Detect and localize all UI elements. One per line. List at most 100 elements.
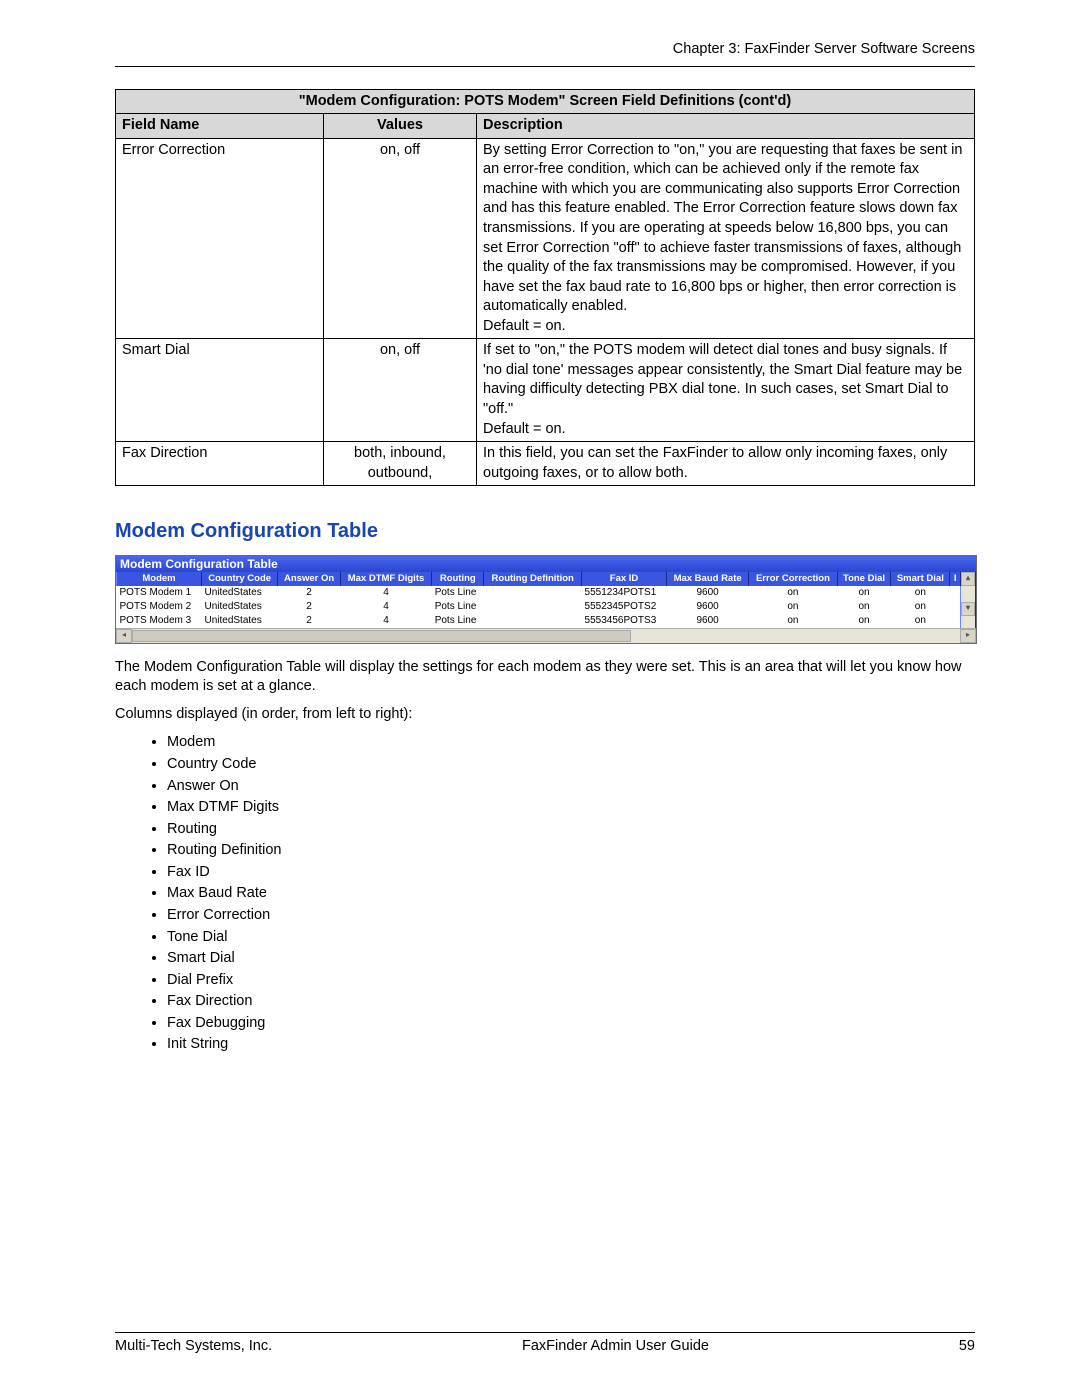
mct-cell: Pots Line xyxy=(432,600,484,614)
list-item: Tone Dial xyxy=(167,927,975,949)
mct-cell: 9600 xyxy=(667,614,749,628)
mct-cell: on xyxy=(891,614,950,628)
paragraph: Columns displayed (in order, from left t… xyxy=(115,705,975,725)
page-footer: Multi-Tech Systems, Inc. FaxFinder Admin… xyxy=(115,1332,975,1357)
defs-field: Smart Dial xyxy=(116,339,324,442)
defs-field: Fax Direction xyxy=(116,442,324,486)
mct-cell: on xyxy=(749,600,837,614)
scroll-down-icon[interactable]: ▾ xyxy=(961,602,975,616)
mct-cell: 2 xyxy=(278,600,341,614)
mct-head[interactable]: Tone Dial xyxy=(837,572,891,586)
list-item: Fax Debugging xyxy=(167,1013,975,1035)
mct-cell: 9600 xyxy=(667,586,749,600)
defs-row: Error Correction on, off By setting Erro… xyxy=(116,138,975,339)
footer-left: Multi-Tech Systems, Inc. xyxy=(115,1337,272,1357)
mct-cell: POTS Modem 3 xyxy=(117,614,202,628)
scroll-left-icon[interactable]: ◂ xyxy=(116,629,132,643)
defs-desc: By setting Error Correction to "on," you… xyxy=(477,138,975,339)
list-item: Error Correction xyxy=(167,905,975,927)
mct-cell: 9600 xyxy=(667,600,749,614)
mct-head[interactable]: Max DTMF Digits xyxy=(340,572,431,586)
modem-config-table-widget: Modem Configuration Table Modem Country … xyxy=(115,555,977,644)
mct-head[interactable]: Fax ID xyxy=(582,572,667,586)
defs-values: both, inbound, outbound, xyxy=(324,442,477,486)
list-item: Answer On xyxy=(167,776,975,798)
defs-desc: In this field, you can set the FaxFinder… xyxy=(477,442,975,486)
mct-head[interactable]: Max Baud Rate xyxy=(667,572,749,586)
mct-head[interactable]: Country Code xyxy=(201,572,277,586)
vertical-scrollbar[interactable]: ▴ ▾ xyxy=(961,572,975,614)
mct-head[interactable]: I xyxy=(950,572,961,586)
mct-table: Modem Country Code Answer On Max DTMF Di… xyxy=(116,572,976,628)
defs-desc: If set to "on," the POTS modem will dete… xyxy=(477,339,975,442)
list-item: Fax ID xyxy=(167,862,975,884)
scroll-up-icon[interactable]: ▴ xyxy=(961,572,975,586)
mct-cell: POTS Modem 1 xyxy=(117,586,202,600)
mct-cell: on xyxy=(749,586,837,600)
field-definitions-table: "Modem Configuration: POTS Modem" Screen… xyxy=(115,89,975,487)
list-item: Routing xyxy=(167,819,975,841)
defs-head-desc: Description xyxy=(477,114,975,139)
list-item: Country Code xyxy=(167,754,975,776)
horizontal-scrollbar[interactable]: ◂ ▸ xyxy=(116,628,976,643)
mct-head[interactable]: Modem xyxy=(117,572,202,586)
list-item: Init String xyxy=(167,1034,975,1056)
mct-cell: on xyxy=(837,614,891,628)
mct-cell: 2 xyxy=(278,586,341,600)
mct-header-row: Modem Country Code Answer On Max DTMF Di… xyxy=(117,572,976,586)
footer-rule xyxy=(115,1332,975,1333)
defs-title: "Modem Configuration: POTS Modem" Screen… xyxy=(116,89,975,114)
mct-cell: 2 xyxy=(278,614,341,628)
defs-head-field: Field Name xyxy=(116,114,324,139)
header-rule xyxy=(115,66,975,67)
mct-cell: 5553456POTS3 xyxy=(582,614,667,628)
defs-head-values: Values xyxy=(324,114,477,139)
mct-head[interactable]: Error Correction xyxy=(749,572,837,586)
mct-cell: on xyxy=(837,600,891,614)
scroll-right-icon[interactable]: ▸ xyxy=(960,629,976,643)
mct-cell: 4 xyxy=(340,600,431,614)
footer-right: 59 xyxy=(959,1337,975,1357)
mct-row[interactable]: POTS Modem 2 UnitedStates 2 4 Pots Line … xyxy=(117,600,976,614)
mct-cell: 4 xyxy=(340,586,431,600)
list-item: Fax Direction xyxy=(167,991,975,1013)
mct-cell: Pots Line xyxy=(432,614,484,628)
mct-cell: 5551234POTS1 xyxy=(582,586,667,600)
mct-titlebar: Modem Configuration Table xyxy=(116,556,976,572)
mct-cell xyxy=(484,600,582,614)
mct-cell: UnitedStates xyxy=(201,600,277,614)
section-heading: Modem Configuration Table xyxy=(115,518,975,545)
mct-cell xyxy=(484,586,582,600)
columns-list: Modem Country Code Answer On Max DTMF Di… xyxy=(115,732,975,1055)
mct-row[interactable]: POTS Modem 1 UnitedStates 2 4 Pots Line … xyxy=(117,586,976,600)
mct-cell: POTS Modem 2 xyxy=(117,600,202,614)
mct-head[interactable]: Smart Dial xyxy=(891,572,950,586)
mct-cell: on xyxy=(891,600,950,614)
mct-cell: UnitedStates xyxy=(201,586,277,600)
footer-center: FaxFinder Admin User Guide xyxy=(522,1337,709,1357)
list-item: Routing Definition xyxy=(167,840,975,862)
mct-cell: on xyxy=(837,586,891,600)
mct-head[interactable]: Routing Definition xyxy=(484,572,582,586)
list-item: Max Baud Rate xyxy=(167,883,975,905)
list-item: Max DTMF Digits xyxy=(167,797,975,819)
mct-head[interactable]: Routing xyxy=(432,572,484,586)
defs-field: Error Correction xyxy=(116,138,324,339)
mct-cell: Pots Line xyxy=(432,586,484,600)
defs-row: Smart Dial on, off If set to "on," the P… xyxy=(116,339,975,442)
list-item: Smart Dial xyxy=(167,948,975,970)
mct-row[interactable]: POTS Modem 3 UnitedStates 2 4 Pots Line … xyxy=(117,614,976,628)
mct-head[interactable]: Answer On xyxy=(278,572,341,586)
mct-cell: on xyxy=(891,586,950,600)
mct-cell: 5552345POTS2 xyxy=(582,600,667,614)
list-item: Modem xyxy=(167,732,975,754)
chapter-header: Chapter 3: FaxFinder Server Software Scr… xyxy=(115,40,975,60)
defs-row: Fax Direction both, inbound, outbound, I… xyxy=(116,442,975,486)
scrollbar-thumb[interactable] xyxy=(132,630,631,642)
mct-cell: on xyxy=(749,614,837,628)
mct-cell: UnitedStates xyxy=(201,614,277,628)
mct-cell: 4 xyxy=(340,614,431,628)
mct-cell xyxy=(484,614,582,628)
defs-values: on, off xyxy=(324,138,477,339)
defs-values: on, off xyxy=(324,339,477,442)
